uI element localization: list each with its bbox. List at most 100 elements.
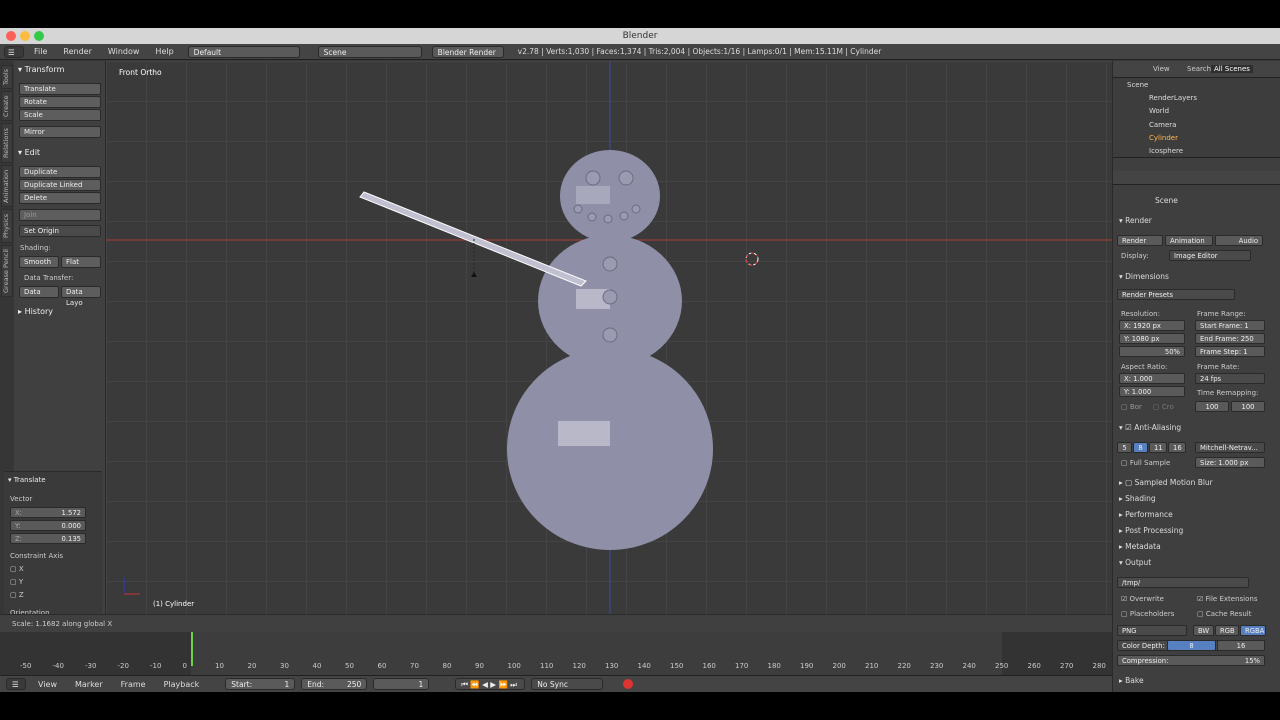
color-bw-button[interactable]: BW [1193, 625, 1214, 636]
edit-panel-header[interactable]: ▾ Edit [18, 148, 40, 157]
outliner-item-camera[interactable]: Camera [1149, 121, 1176, 129]
history-panel-header[interactable]: ▸ History [18, 307, 53, 316]
render-button[interactable]: Render [1117, 235, 1163, 246]
aspect-x-field[interactable]: X: 1.000 [1119, 373, 1185, 384]
aa-size-field[interactable]: Size: 1.000 px [1195, 457, 1265, 468]
end-frame-prop[interactable]: End Frame: 250 [1195, 333, 1265, 344]
aa-filter-dropdown[interactable]: Mitchell-Netrav... [1195, 442, 1265, 453]
resolution-x-field[interactable]: X: 1920 px [1119, 320, 1185, 331]
aa-samples-16[interactable]: 16 [1168, 442, 1186, 453]
timeline-menu-frame[interactable]: Frame [115, 680, 152, 689]
depth-16-button[interactable]: 16 [1217, 640, 1265, 651]
outliner-item-cylinder[interactable]: Cylinder [1149, 134, 1178, 142]
tab-grease-pencil[interactable]: Grease Pencil [1, 245, 13, 297]
vector-x-field[interactable]: X: 1.572 [10, 507, 86, 518]
current-frame-field[interactable]: 1 [373, 678, 430, 690]
frame-step-prop[interactable]: Frame Step: 1 [1195, 346, 1265, 357]
render-presets-dropdown[interactable]: Render Presets [1117, 289, 1235, 300]
outliner-item-renderlayers[interactable]: RenderLayers [1149, 94, 1197, 102]
aspect-y-field[interactable]: Y: 1.000 [1119, 386, 1185, 397]
crop-checkbox[interactable]: ▢ Cro [1153, 403, 1174, 411]
placeholders-checkbox[interactable]: ▢ Placeholders [1121, 610, 1174, 618]
render-engine-selector[interactable]: Blender Render [431, 45, 504, 58]
start-frame-field[interactable]: Start: 1 [225, 678, 296, 690]
tab-relations[interactable]: Relations [1, 123, 13, 163]
cache-result-checkbox[interactable]: ▢ Cache Result [1197, 610, 1251, 618]
scene-canvas[interactable] [106, 61, 1112, 614]
delete-button[interactable]: Delete [19, 192, 101, 204]
aa-samples-8[interactable]: 8 [1133, 442, 1148, 453]
audio-button[interactable]: Audio [1215, 235, 1263, 246]
file-format-dropdown[interactable]: PNG [1117, 625, 1187, 636]
tab-animation[interactable]: Animation [1, 165, 13, 207]
remap-new-field[interactable]: 100 [1231, 401, 1265, 412]
minimize-dot-icon[interactable] [20, 31, 30, 41]
duplicate-linked-button[interactable]: Duplicate Linked [19, 179, 101, 191]
menu-help[interactable]: Help [149, 47, 179, 56]
outliner-search-menu[interactable]: Search [1187, 65, 1211, 73]
constraint-z-checkbox[interactable]: ▢ Z [10, 591, 24, 599]
metadata-panel-header[interactable]: ▸ Metadata [1119, 542, 1161, 551]
resolution-y-field[interactable]: Y: 1080 px [1119, 333, 1185, 344]
translate-button[interactable]: Translate [19, 83, 101, 95]
mirror-button[interactable]: Mirror [19, 126, 101, 138]
menu-file[interactable]: File [28, 47, 53, 56]
file-extensions-checkbox[interactable]: ☑ File Extensions [1197, 595, 1257, 603]
duplicate-button[interactable]: Duplicate [19, 166, 101, 178]
motion-blur-panel-header[interactable]: ▸ ▢ Sampled Motion Blur [1119, 478, 1213, 487]
data-button[interactable]: Data [19, 286, 59, 298]
set-origin-dropdown[interactable]: Set Origin [19, 225, 101, 237]
outliner[interactable]: View Search All Scenes Scene RenderLayer… [1113, 61, 1280, 158]
dimensions-panel-header[interactable]: ▾ Dimensions [1119, 272, 1169, 281]
record-icon[interactable] [623, 679, 634, 689]
full-sample-checkbox[interactable]: ▢ Full Sample [1121, 459, 1170, 467]
vector-y-field[interactable]: Y: 0.000 [10, 520, 86, 531]
timeline-menu-marker[interactable]: Marker [69, 680, 109, 689]
display-dropdown[interactable]: Image Editor [1169, 250, 1251, 261]
end-frame-field[interactable]: End: 250 [301, 678, 368, 690]
timeline-editor[interactable]: -50 -40 -30 -20 -10 0 10 20 30 40 50 60 70 80 90 100 110… [0, 632, 1112, 675]
menu-window[interactable]: Window [102, 47, 146, 56]
transform-panel-header[interactable]: ▾ Transform [18, 65, 64, 74]
shading-panel-header[interactable]: ▸ Shading [1119, 494, 1156, 503]
depth-8-button[interactable]: 8 [1167, 640, 1216, 651]
sync-mode-dropdown[interactable]: No Sync [531, 678, 604, 690]
flat-button[interactable]: Flat [61, 256, 101, 268]
start-frame-prop[interactable]: Start Frame: 1 [1195, 320, 1265, 331]
output-panel-header[interactable]: ▾ Output [1119, 558, 1151, 567]
timeline-menu-view[interactable]: View [32, 680, 63, 689]
outliner-view-menu[interactable]: View [1153, 65, 1170, 73]
zoom-dot-icon[interactable] [34, 31, 44, 41]
color-rgb-button[interactable]: RGB [1215, 625, 1239, 636]
bake-panel-header[interactable]: ▸ Bake [1119, 676, 1144, 685]
aa-panel-header[interactable]: ▾ ☑ Anti-Aliasing [1119, 423, 1181, 432]
output-path-field[interactable]: /tmp/ [1117, 577, 1249, 588]
fps-dropdown[interactable]: 24 fps [1195, 373, 1265, 384]
tab-physics[interactable]: Physics [1, 209, 13, 243]
scale-button[interactable]: Scale [19, 109, 101, 121]
color-rgba-button[interactable]: RGBA [1240, 625, 1266, 636]
data-layout-button[interactable]: Data Layo [61, 286, 101, 307]
outliner-item-scene[interactable]: Scene [1127, 81, 1148, 89]
rotate-button[interactable]: Rotate [19, 96, 101, 108]
timeline-menu-playback[interactable]: Playback [158, 680, 206, 689]
tab-tools[interactable]: Tools [1, 65, 13, 89]
timeline-editor-icon[interactable]: ☰ [6, 678, 26, 690]
constraint-y-checkbox[interactable]: ▢ Y [10, 578, 23, 586]
aa-samples-5[interactable]: 5 [1117, 442, 1132, 453]
layout-selector[interactable]: Default [187, 45, 300, 58]
outliner-item-world[interactable]: World [1149, 107, 1169, 115]
playback-controls[interactable]: ⏮ ⏪ ◀ ▶ ⏩ ⏭ [455, 678, 526, 690]
border-checkbox[interactable]: ▢ Bor [1121, 403, 1142, 411]
aa-samples-11[interactable]: 11 [1149, 442, 1167, 453]
join-button[interactable]: Join [19, 209, 101, 221]
post-processing-panel-header[interactable]: ▸ Post Processing [1119, 526, 1183, 535]
tab-create[interactable]: Create [1, 91, 13, 121]
current-frame-marker[interactable] [191, 632, 193, 666]
scene-selector[interactable]: Scene [317, 45, 422, 58]
3d-viewport[interactable]: Front Ortho (1) Cylinder [106, 61, 1112, 614]
menu-render[interactable]: Render [57, 47, 97, 56]
performance-panel-header[interactable]: ▸ Performance [1119, 510, 1173, 519]
operator-title[interactable]: ▾ Translate [8, 476, 46, 484]
close-dot-icon[interactable] [6, 31, 16, 41]
